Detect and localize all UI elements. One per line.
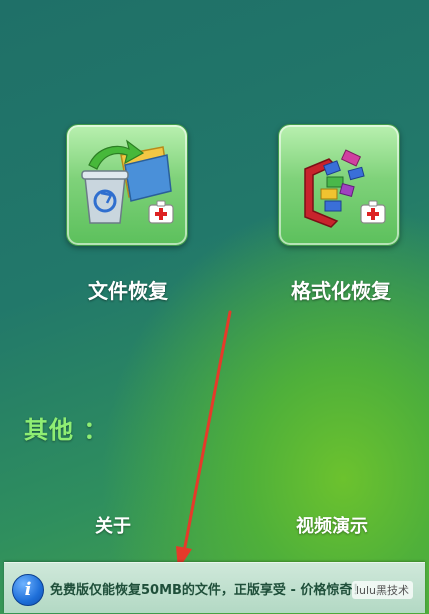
watermark-label: lulu黑技术 xyxy=(351,581,413,599)
banner-message[interactable]: 免费版仅能恢复50MB的文件，正版享受 - 价格惊奇！ xyxy=(50,579,365,598)
format-recovery-blocks-icon xyxy=(304,149,386,228)
file-recovery-label[interactable]: 文件恢复 xyxy=(88,275,168,304)
format-recovery-tile[interactable] xyxy=(278,124,400,246)
upgrade-banner[interactable]: i 免费版仅能恢复50MB的文件，正版享受 - 价格惊奇！ lulu黑技术 xyxy=(4,562,425,613)
others-heading: 其他 ： xyxy=(24,416,109,444)
info-icon: i xyxy=(12,574,44,606)
app-screen: 文件恢复 格式化恢复 其他 ： 关于 视频演示 i 免费版仅能恢复50MB的文件… xyxy=(0,0,429,614)
about-link[interactable]: 关于 xyxy=(95,512,131,538)
recycle-bin-files-icon xyxy=(81,139,174,224)
file-recovery-tile[interactable] xyxy=(66,124,188,246)
format-recovery-label[interactable]: 格式化恢复 xyxy=(291,275,391,304)
video-demo-link[interactable]: 视频演示 xyxy=(296,512,368,538)
